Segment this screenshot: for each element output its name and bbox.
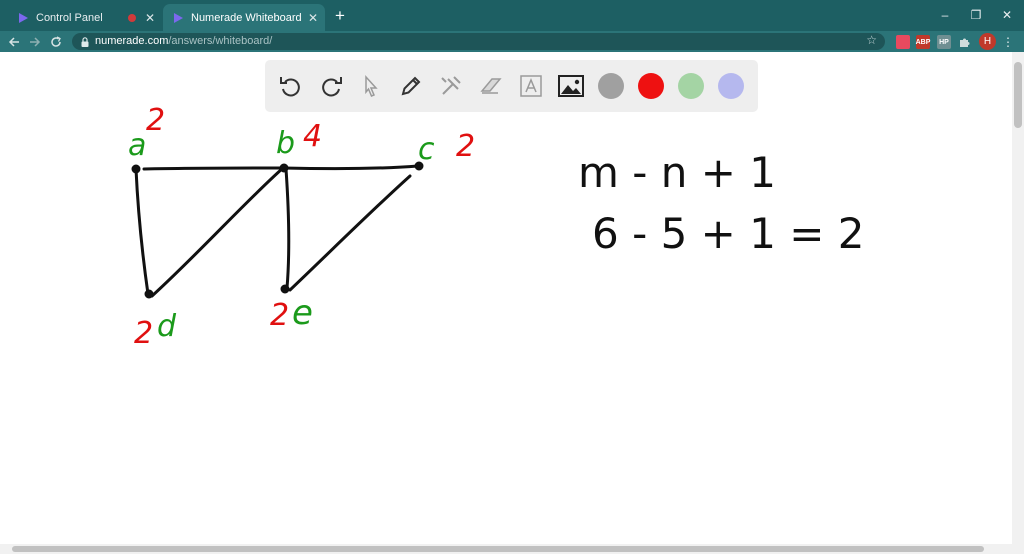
close-tab-icon[interactable]: ✕	[142, 10, 158, 26]
edge-a-d	[134, 167, 150, 296]
close-window-button[interactable]: ✕	[992, 6, 1022, 24]
edge-c-e	[288, 174, 412, 292]
redo-icon[interactable]	[317, 72, 345, 100]
address-bar[interactable]: numerade.com/answers/whiteboard/ ☆	[72, 33, 885, 50]
image-icon[interactable]	[557, 72, 585, 100]
vertex-label-b: b	[276, 126, 295, 161]
degree-label-e: 2	[270, 298, 289, 333]
color-swatch-lavender[interactable]	[718, 73, 744, 99]
edge-b-d	[150, 166, 285, 298]
pointer-icon[interactable]	[357, 72, 385, 100]
tab-title: Numerade Whiteboard	[191, 11, 302, 24]
new-tab-button[interactable]: +	[330, 6, 350, 26]
url-text: numerade.com/answers/whiteboard/	[95, 35, 272, 47]
pocket-icon[interactable]	[896, 35, 910, 49]
undo-icon[interactable]	[277, 72, 305, 100]
tab-control-panel[interactable]: Control Panel ✕	[8, 4, 162, 31]
browser-menu-icon[interactable]: ⋮	[1002, 34, 1014, 50]
degree-label-b: 4	[303, 119, 322, 154]
formula-line-2: 6 - 5 + 1 = 2	[592, 209, 865, 258]
vertex-label-e: e	[292, 293, 313, 333]
minimize-button[interactable]: –	[930, 6, 960, 24]
play-icon	[16, 11, 30, 25]
browser-tab-strip: Control Panel ✕ Numerade Whiteboard ✕ + …	[0, 0, 1024, 31]
tab-title: Control Panel	[36, 11, 103, 24]
color-swatch-red[interactable]	[638, 73, 664, 99]
vertex-label-d: d	[157, 309, 177, 344]
degree-label-c: 2	[456, 129, 475, 164]
vertex-e-dot	[280, 284, 290, 294]
url-host: numerade.com	[95, 35, 169, 47]
whiteboard-toolbar	[265, 60, 758, 112]
close-tab-icon[interactable]: ✕	[305, 10, 321, 26]
edge-b-e	[284, 167, 291, 290]
profile-avatar[interactable]: H	[979, 33, 996, 50]
eraser-icon[interactable]	[477, 72, 505, 100]
url-path: /answers/whiteboard/	[168, 35, 273, 47]
vertex-d-dot	[144, 289, 154, 299]
bookmark-star-icon[interactable]: ☆	[866, 33, 877, 47]
puzzle-icon[interactable]	[957, 35, 971, 49]
vertex-a-dot	[131, 164, 141, 174]
play-icon	[171, 11, 185, 25]
vertex-b-dot	[279, 163, 289, 173]
maximize-button[interactable]: ❐	[961, 6, 991, 24]
tools-icon[interactable]	[437, 72, 465, 100]
recording-indicator-icon	[128, 13, 136, 22]
lock-icon	[79, 35, 91, 47]
formula-line-1: m - n + 1	[578, 148, 776, 197]
edge-b-c	[281, 164, 420, 171]
horizontal-scroll-thumb[interactable]	[12, 546, 984, 552]
adblock-icon[interactable]: ABP	[916, 35, 930, 49]
whiteboard-drawing[interactable]: a b c d e 2 4 2 2 2 m - n + 1 6 - 5 + 1 …	[0, 52, 1012, 544]
color-swatch-gray[interactable]	[598, 73, 624, 99]
vertical-scrollbar[interactable]	[1012, 52, 1024, 544]
back-icon[interactable]	[6, 34, 22, 50]
hp-icon[interactable]: HP	[937, 35, 951, 49]
color-swatch-green[interactable]	[678, 73, 704, 99]
degree-label-d: 2	[134, 316, 153, 351]
vertex-label-c: c	[418, 132, 435, 167]
browser-toolbar: numerade.com/answers/whiteboard/ ☆ ABP H…	[0, 31, 1024, 52]
degree-label-a: 2	[146, 103, 165, 138]
horizontal-scrollbar[interactable]	[0, 544, 1024, 554]
vertex-label-a: a	[128, 128, 146, 163]
edge-a-b	[142, 166, 285, 171]
reload-icon[interactable]	[48, 34, 64, 50]
text-icon[interactable]	[517, 72, 545, 100]
tab-numerade-whiteboard[interactable]: Numerade Whiteboard ✕	[163, 4, 325, 31]
vertical-scroll-thumb[interactable]	[1014, 62, 1022, 128]
forward-icon[interactable]	[27, 34, 43, 50]
pen-icon[interactable]	[397, 72, 425, 100]
